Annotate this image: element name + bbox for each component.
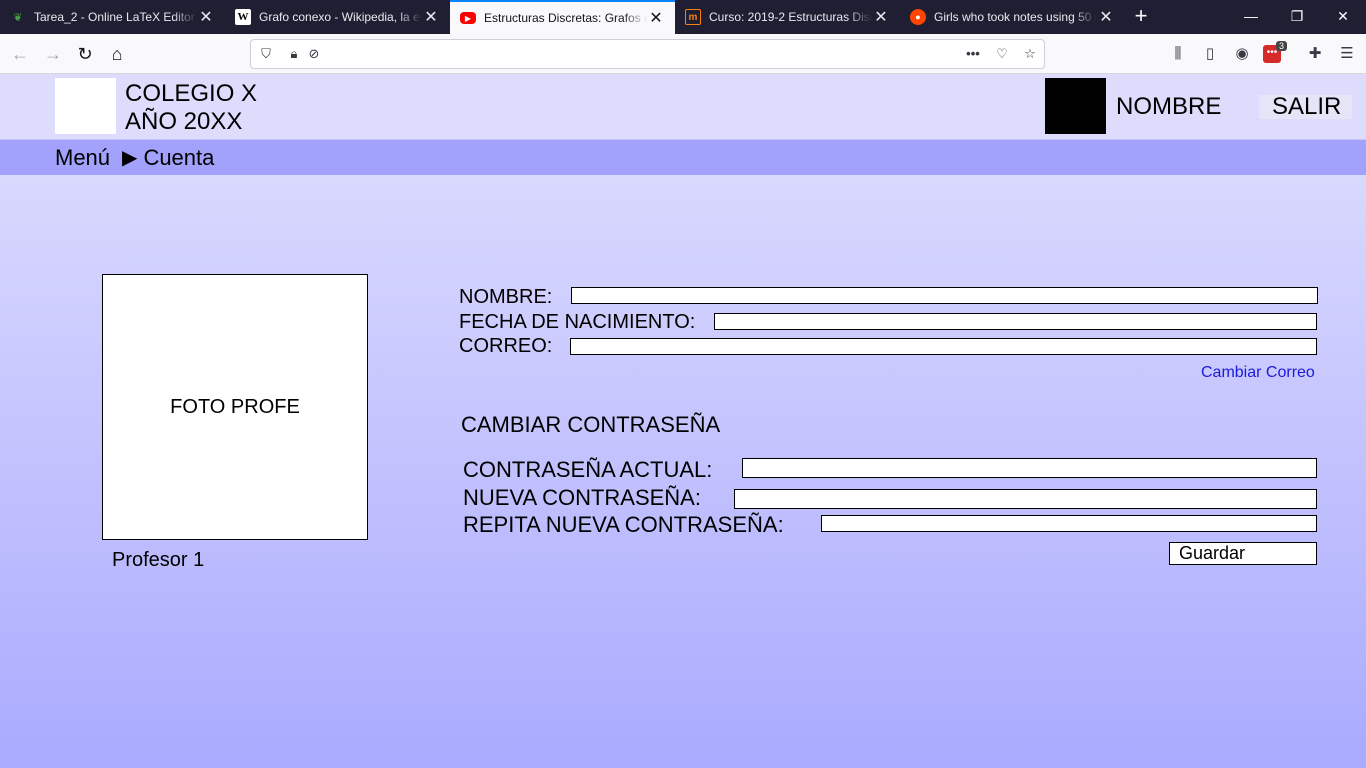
page-actions-icon[interactable]: ••• bbox=[964, 45, 982, 63]
teacher-photo[interactable]: FOTO PROFE bbox=[102, 274, 368, 540]
close-tab-icon[interactable]: ✕ bbox=[197, 7, 215, 27]
overleaf-leaf-icon: ❦ bbox=[13, 11, 23, 24]
browser-tab[interactable]: ❦ Tarea_2 - Online LaTeX Editor Ov ✕ bbox=[0, 0, 225, 34]
browser-tab[interactable]: m Curso: 2019-2 Estructuras Discre ✕ bbox=[675, 0, 900, 34]
browser-navigation-bar: ← → ↻ ⌂ ⛉ 🔒︎ ⊘ ••• ♡ ☆ ⫼ ▯ ◉ ••• 3 ✚ ☰ bbox=[0, 34, 1366, 74]
new-password-label: NUEVA CONTRASEÑA: bbox=[463, 485, 701, 510]
hamburger-menu-icon[interactable]: ☰ bbox=[1336, 43, 1358, 65]
tab-title: Estructuras Discretas: Grafos esp bbox=[484, 11, 647, 25]
youtube-play-icon: ▶ bbox=[460, 12, 476, 24]
repeat-password-field[interactable] bbox=[821, 515, 1317, 532]
tab-title: Tarea_2 - Online LaTeX Editor Ov bbox=[34, 10, 197, 24]
page-content: COLEGIO X AÑO 20XX NOMBRE SALIR Menú ▶ C… bbox=[0, 74, 1366, 768]
birthdate-label: FECHA DE NACIMIENTO: bbox=[459, 311, 696, 333]
extension-badge: 3 bbox=[1276, 41, 1288, 51]
logout-button[interactable]: SALIR bbox=[1259, 95, 1352, 119]
moodle-m-icon: m bbox=[685, 9, 701, 25]
browser-tab[interactable]: W Grafo conexo - Wikipedia, la enc ✕ bbox=[225, 0, 450, 34]
back-arrow-icon[interactable]: ← bbox=[6, 40, 34, 68]
close-tab-icon[interactable]: ✕ bbox=[872, 7, 890, 27]
reddit-icon: ● bbox=[910, 9, 926, 25]
minimize-window-icon[interactable]: — bbox=[1228, 0, 1274, 34]
reload-icon[interactable]: ↻ bbox=[71, 40, 99, 68]
browser-tab-bar: ❦ Tarea_2 - Online LaTeX Editor Ov ✕ W G… bbox=[0, 0, 1366, 34]
school-name: COLEGIO X bbox=[125, 80, 258, 107]
browser-tab[interactable]: ● Girls who took notes using 50 di ✕ bbox=[900, 0, 1125, 34]
current-password-field[interactable] bbox=[742, 458, 1317, 478]
school-info: COLEGIO X AÑO 20XX bbox=[125, 80, 257, 136]
repeat-password-label: REPITA NUEVA CONTRASEÑA: bbox=[463, 512, 784, 537]
school-logo bbox=[55, 78, 116, 134]
account-icon[interactable]: ◉ bbox=[1231, 43, 1253, 65]
sidebar-icon[interactable]: ▯ bbox=[1199, 43, 1221, 65]
tab-title: Curso: 2019-2 Estructuras Discre bbox=[709, 10, 872, 24]
address-bar[interactable]: ⛉ 🔒︎ ⊘ ••• ♡ ☆ bbox=[250, 39, 1045, 69]
close-window-icon[interactable]: ✕ bbox=[1320, 0, 1366, 34]
school-year: AÑO 20XX bbox=[125, 108, 243, 135]
teacher-photo-label: FOTO PROFE bbox=[170, 395, 300, 418]
breadcrumb: Menú ▶ Cuenta bbox=[0, 140, 1366, 175]
close-tab-icon[interactable]: ✕ bbox=[1097, 7, 1115, 27]
change-password-title: CAMBIAR CONTRASEÑA bbox=[461, 412, 721, 437]
breadcrumb-menu-link[interactable]: Menú bbox=[55, 145, 110, 171]
email-label: CORREO: bbox=[459, 335, 553, 357]
user-name: NOMBRE bbox=[1116, 93, 1222, 120]
library-icon[interactable]: ⫼ bbox=[1167, 43, 1189, 65]
close-tab-icon[interactable]: ✕ bbox=[422, 7, 440, 27]
current-password-label: CONTRASEÑA ACTUAL: bbox=[463, 457, 713, 482]
breadcrumb-current: Cuenta bbox=[143, 144, 215, 170]
bookmark-star-icon[interactable]: ☆ bbox=[1021, 45, 1039, 63]
autoplay-blocked-icon[interactable]: ⊘ bbox=[305, 45, 323, 63]
browser-tab-active[interactable]: ▶ Estructuras Discretas: Grafos esp ✕ bbox=[450, 0, 675, 34]
close-tab-icon[interactable]: ✕ bbox=[647, 8, 665, 28]
lock-icon[interactable]: 🔒︎ bbox=[285, 45, 303, 63]
new-password-field[interactable] bbox=[734, 489, 1317, 509]
extensions-puzzle-icon[interactable]: ✚ bbox=[1304, 43, 1326, 65]
site-header: COLEGIO X AÑO 20XX NOMBRE SALIR bbox=[0, 74, 1366, 140]
home-icon[interactable]: ⌂ bbox=[103, 40, 131, 68]
restore-window-icon[interactable]: ❐ bbox=[1274, 0, 1320, 34]
teacher-name: Profesor 1 bbox=[112, 549, 205, 571]
birthdate-field[interactable] bbox=[714, 313, 1317, 330]
pocket-icon[interactable]: ♡ bbox=[993, 45, 1011, 63]
name-field[interactable] bbox=[571, 287, 1318, 304]
name-label: NOMBRE: bbox=[459, 286, 553, 308]
wikipedia-w-icon: W bbox=[235, 9, 251, 25]
tab-title: Grafo conexo - Wikipedia, la enc bbox=[259, 10, 422, 24]
forward-arrow-icon[interactable]: → bbox=[39, 40, 67, 68]
avatar[interactable] bbox=[1045, 78, 1106, 134]
save-button[interactable]: Guardar bbox=[1169, 542, 1317, 565]
tab-title: Girls who took notes using 50 di bbox=[934, 10, 1097, 24]
email-field[interactable] bbox=[570, 338, 1317, 355]
change-email-link[interactable]: Cambiar Correo bbox=[1201, 364, 1315, 382]
breadcrumb-arrow-icon: ▶ bbox=[122, 147, 138, 169]
shield-icon[interactable]: ⛉ bbox=[257, 45, 275, 63]
new-tab-button[interactable]: + bbox=[1128, 4, 1154, 30]
